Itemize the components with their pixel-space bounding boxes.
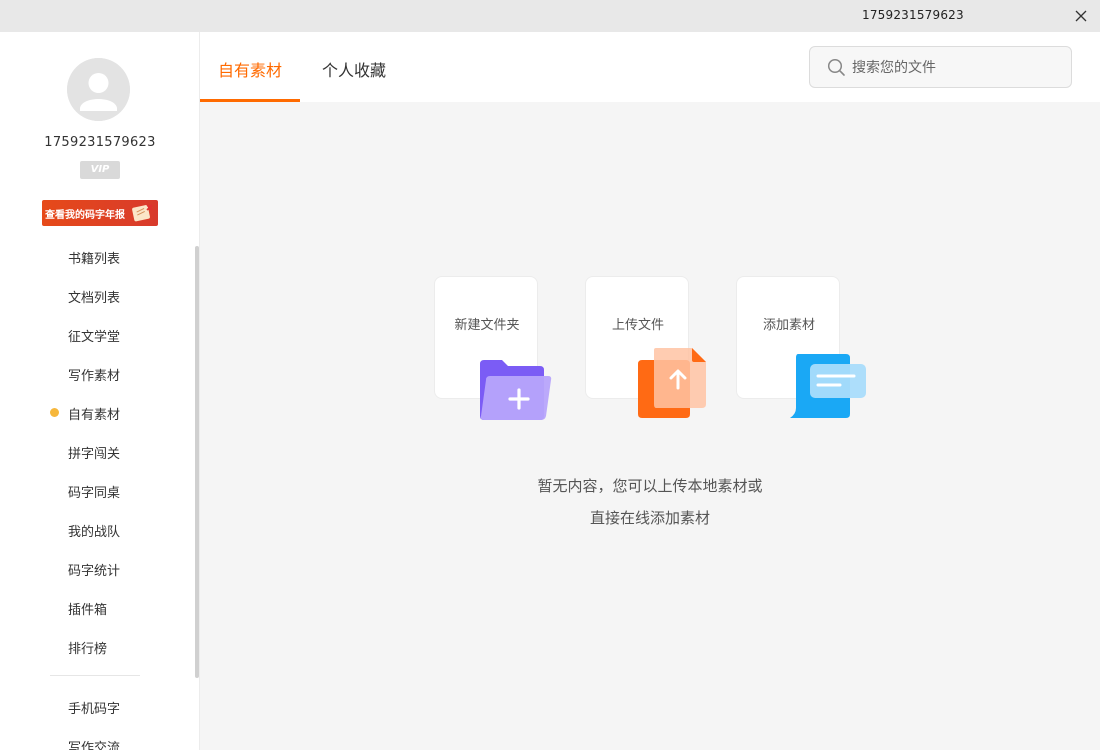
content-header: 自有素材 个人收藏 <box>200 32 1100 102</box>
nav-divider <box>50 675 140 676</box>
nav-item-leaderboard[interactable]: 排行榜 <box>0 631 195 661</box>
nav-item-label: 文档列表 <box>68 291 121 306</box>
nav-item-label: 我的战队 <box>68 525 121 540</box>
nav-item-label: 书籍列表 <box>68 252 121 267</box>
report-banner-label: 查看我的码字年报 <box>45 210 125 221</box>
nav-item-document-list[interactable]: 文档列表 <box>0 280 195 310</box>
scroll-icon <box>132 204 153 222</box>
tab-own-material[interactable]: 自有素材 <box>200 32 300 102</box>
avatar[interactable] <box>67 58 130 121</box>
active-dot <box>50 408 59 417</box>
nav-item-label: 插件箱 <box>68 603 108 618</box>
sidebar: 1759231579623 VIP 查看我的码字年报 书籍列表 文档列表 征文学… <box>0 32 200 750</box>
tab-personal-favorites[interactable]: 个人收藏 <box>300 32 410 102</box>
nav-item-label: 写作素材 <box>68 369 121 384</box>
nav-item-mobile-writing[interactable]: 手机码字 <box>0 691 195 721</box>
writing-report-banner[interactable]: 查看我的码字年报 <box>42 200 158 226</box>
nav-item-contest-school[interactable]: 征文学堂 <box>0 319 195 349</box>
nav-item-my-team[interactable]: 我的战队 <box>0 514 195 544</box>
nav-item-label: 征文学堂 <box>68 330 121 345</box>
nav-item-label: 自有素材 <box>68 408 121 423</box>
empty-state-message: 暂无内容，您可以上传本地素材或 直接在线添加素材 <box>450 470 850 534</box>
nav-item-writing-exchange[interactable]: 写作交流 <box>0 730 195 750</box>
empty-state-line-1: 暂无内容，您可以上传本地素材或 <box>537 477 763 495</box>
nav-item-book-list[interactable]: 书籍列表 <box>0 241 195 271</box>
search-box[interactable] <box>809 46 1072 88</box>
nav-item-label: 排行榜 <box>68 642 108 657</box>
title-bar: 1759231579623 <box>0 0 1100 32</box>
card-label: 新建文件夹 <box>454 318 520 333</box>
nav-item-spelling-challenge[interactable]: 拼字闯关 <box>0 436 195 466</box>
folder-plus-icon <box>478 358 554 424</box>
nav-item-own-material[interactable]: 自有素材 <box>0 397 195 427</box>
nav-item-writing-stats[interactable]: 码字统计 <box>0 553 195 583</box>
material-doc-icon <box>788 352 868 422</box>
nav-item-label: 写作交流 <box>68 741 121 750</box>
nav-item-label: 拼字闯关 <box>68 447 121 462</box>
close-icon <box>1075 10 1087 22</box>
card-label: 上传文件 <box>611 318 664 333</box>
tab-label: 个人收藏 <box>322 61 387 80</box>
nav-item-writing-desk-mate[interactable]: 码字同桌 <box>0 475 195 505</box>
search-input[interactable] <box>852 58 1052 78</box>
username: 1759231579623 <box>44 135 156 150</box>
empty-state-line-2: 直接在线添加素材 <box>589 509 710 527</box>
nav-item-plugin-box[interactable]: 插件箱 <box>0 592 195 622</box>
nav-item-writing-material[interactable]: 写作素材 <box>0 358 195 388</box>
vip-badge: VIP <box>80 161 120 179</box>
window-title: 1759231579623 <box>862 8 964 22</box>
nav-item-label: 码字同桌 <box>68 486 121 501</box>
close-button[interactable] <box>1070 5 1092 27</box>
sidebar-scrollbar[interactable] <box>195 246 199 678</box>
search-icon <box>827 58 845 76</box>
nav-item-label: 手机码字 <box>68 702 121 717</box>
card-label: 添加素材 <box>762 318 815 333</box>
user-silhouette-icon <box>67 58 130 121</box>
tab-label: 自有素材 <box>218 61 283 80</box>
active-tab-indicator <box>200 99 300 102</box>
nav-item-label: 码字统计 <box>68 564 121 579</box>
upload-file-icon <box>636 346 708 422</box>
